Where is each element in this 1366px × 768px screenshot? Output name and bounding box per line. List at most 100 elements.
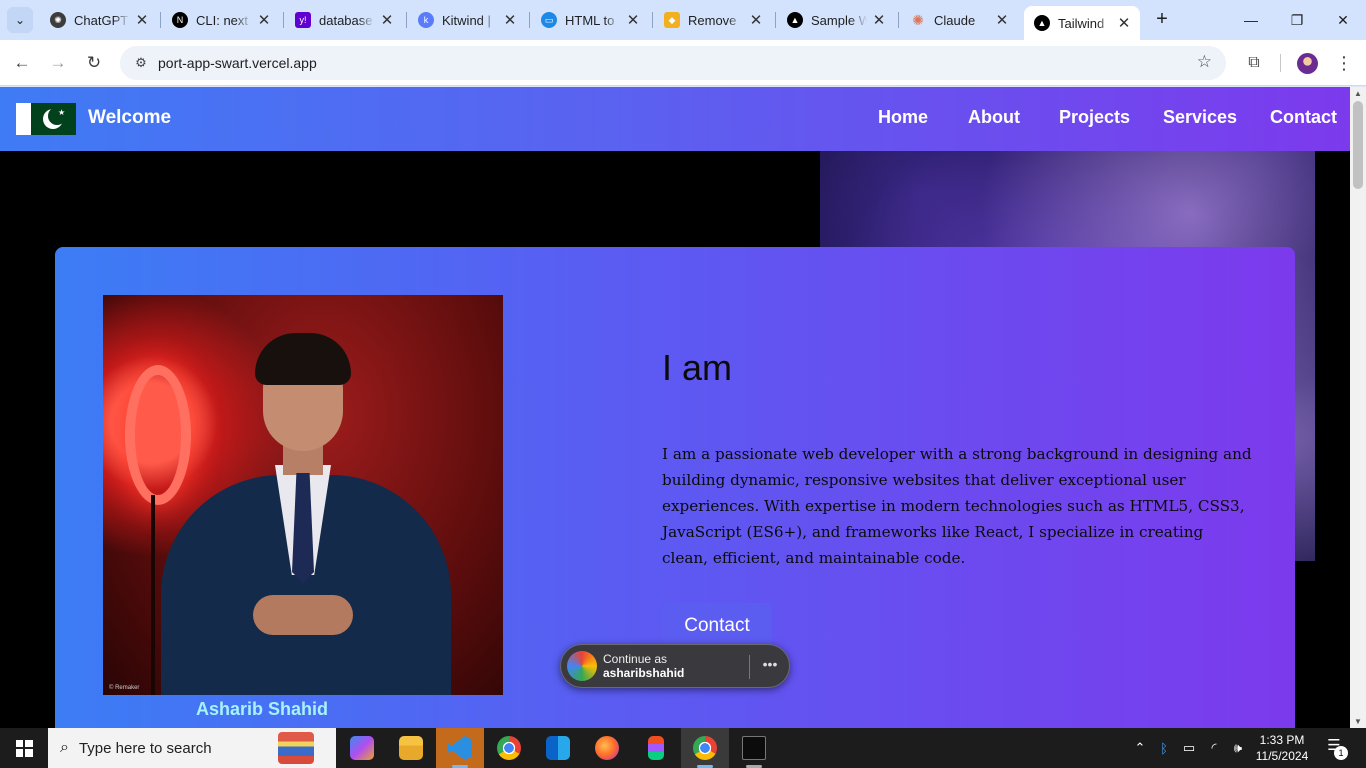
extensions-icon[interactable]: ⧉ <box>1241 50 1267 76</box>
site-brand[interactable]: Welcome <box>88 107 171 129</box>
vercel-icon: ▲ <box>1034 15 1050 31</box>
figma-icon[interactable] <box>632 728 680 768</box>
volume-icon[interactable]: 🕪 <box>1227 728 1249 768</box>
address-bar[interactable]: ⚙ port-app-swart.vercel.app ☆ <box>120 46 1226 80</box>
system-clock[interactable]: 1:33 PM 11/5/2024 <box>1254 732 1310 764</box>
url-text: port-app-swart.vercel.app <box>158 55 317 71</box>
scroll-up-icon[interactable]: ▲ <box>1350 89 1366 98</box>
close-icon[interactable]: ✕ <box>134 11 150 29</box>
chrome-profile-icon[interactable] <box>681 728 729 768</box>
notification-center-icon[interactable]: ☰ 1 <box>1322 736 1348 760</box>
wifi-icon[interactable]: ◜ <box>1203 728 1225 768</box>
notification-count: 1 <box>1334 746 1348 760</box>
tab-claude[interactable]: ✺ Claude ✕ <box>900 4 1018 36</box>
profile-photo: © Remaker <box>103 295 503 695</box>
onetap-label: Continue as <box>603 652 668 666</box>
person-name: Asharib Shahid <box>195 699 329 719</box>
profile-avatar[interactable] <box>1297 53 1318 74</box>
more-options-icon[interactable]: ••• <box>759 656 781 672</box>
tab-chatgpt[interactable]: ✺ ChatGPT ✕ <box>40 4 158 36</box>
account-avatar <box>567 651 597 681</box>
tab-title: Claude <box>934 12 976 28</box>
tab-title: Remove <box>688 12 737 28</box>
search-highlight-image <box>278 732 314 764</box>
tab-tailwind[interactable]: ▲ Tailwind ✕ <box>1024 6 1140 40</box>
reload-button[interactable]: ↻ <box>81 50 107 76</box>
close-icon[interactable]: ✕ <box>871 11 887 29</box>
tab-title: Tailwind <box>1058 15 1105 31</box>
nextjs-icon: N <box>172 12 188 28</box>
clock-time: 1:33 PM <box>1259 733 1305 747</box>
contact-button[interactable]: Contact <box>662 603 772 649</box>
close-icon[interactable]: ✕ <box>256 11 272 29</box>
nav-link-services[interactable]: Services <box>1163 107 1237 128</box>
back-button[interactable]: ← <box>9 50 35 76</box>
tab-title: Kitwind | <box>442 12 491 28</box>
close-icon[interactable]: ✕ <box>379 11 395 29</box>
site-info-icon[interactable]: ⚙ <box>126 55 156 71</box>
tab-title: database <box>319 12 373 28</box>
tab-title: ChatGPT <box>74 12 129 28</box>
page-scrollbar[interactable]: ▲ ▼ <box>1350 87 1366 728</box>
search-icon: ⌕ <box>60 739 69 756</box>
photo-watermark: © Remaker <box>109 685 140 691</box>
search-placeholder: Type here to search <box>78 739 212 757</box>
outlook-icon[interactable] <box>534 728 582 768</box>
browser-toolbar: ← → ↻ ⚙ port-app-swart.vercel.app ☆ ⧉ ⋮ <box>0 40 1366 86</box>
restore-button[interactable]: ❐ <box>1274 0 1320 40</box>
tab-title: HTML to <box>565 12 615 28</box>
close-icon[interactable]: ✕ <box>502 11 518 29</box>
taskbar-search[interactable]: ⌕ Type here to search <box>48 728 336 768</box>
tab-title: CLI: next <box>196 12 249 28</box>
nav-link-about[interactable]: About <box>968 107 1020 128</box>
bluetooth-icon[interactable]: ᛒ <box>1154 728 1174 768</box>
nav-link-contact[interactable]: Contact <box>1270 107 1337 128</box>
tab-cli-next[interactable]: N CLI: next ✕ <box>162 4 280 36</box>
scroll-down-icon[interactable]: ▼ <box>1350 717 1366 726</box>
tab-sample[interactable]: ▲ Sample W ✕ <box>777 4 895 36</box>
nav-link-home[interactable]: Home <box>878 107 928 128</box>
start-button[interactable] <box>0 728 48 768</box>
vercel-icon: ▲ <box>787 12 803 28</box>
browser-tab-strip: ⌄ ✺ ChatGPT ✕ N CLI: next ✕ y! database … <box>0 0 1366 40</box>
tab-database[interactable]: y! database ✕ <box>285 4 403 36</box>
claude-icon: ✺ <box>912 11 924 28</box>
battery-icon[interactable]: ▭ <box>1178 728 1200 768</box>
bookmark-star-icon[interactable]: ☆ <box>1197 52 1212 72</box>
page-viewport: ★ Welcome Home About Projects Services C… <box>0 87 1350 728</box>
tab-html-to[interactable]: ▭ HTML to ✕ <box>531 4 649 36</box>
forward-button[interactable]: → <box>45 50 71 76</box>
file-explorer-icon[interactable] <box>387 728 435 768</box>
clock-date: 11/5/2024 <box>1255 749 1309 763</box>
kitwind-icon: k <box>418 12 434 28</box>
scroll-thumb[interactable] <box>1353 101 1363 189</box>
pakistan-flag-icon: ★ <box>16 103 76 135</box>
close-window-button[interactable]: ✕ <box>1320 0 1366 40</box>
vscode-icon[interactable] <box>436 728 484 768</box>
menu-icon[interactable]: ⋮ <box>1331 50 1357 76</box>
firefox-icon[interactable] <box>583 728 631 768</box>
close-icon[interactable]: ✕ <box>625 11 641 29</box>
windows-logo-icon <box>15 739 33 757</box>
minimize-button[interactable]: — <box>1228 0 1274 40</box>
yahoo-icon: y! <box>295 12 311 28</box>
windows-taskbar: ⌕ Type here to search ⌃ ᛒ ▭ ◜ 🕪 1:33 PM … <box>0 728 1366 768</box>
chrome-icon[interactable] <box>485 728 533 768</box>
terminal-icon[interactable] <box>730 728 778 768</box>
close-icon[interactable]: ✕ <box>994 11 1010 29</box>
html-converter-icon: ▭ <box>541 12 557 28</box>
site-navbar: ★ Welcome Home About Projects Services C… <box>0 87 1350 151</box>
remove-bg-icon: ◆ <box>664 12 680 28</box>
hero-description: I am a passionate web developer with a s… <box>662 445 1252 567</box>
google-one-tap-prompt[interactable]: Continue as asharibshahid ••• <box>560 644 790 688</box>
close-icon[interactable]: ✕ <box>1116 14 1132 32</box>
close-icon[interactable]: ✕ <box>748 11 764 29</box>
copilot-icon[interactable] <box>338 728 386 768</box>
chevron-up-icon[interactable]: ⌃ <box>1130 728 1150 768</box>
tab-search-button[interactable]: ⌄ <box>7 7 33 33</box>
tab-kitwind[interactable]: k Kitwind | ✕ <box>408 4 526 36</box>
tab-remove-bg[interactable]: ◆ Remove ✕ <box>654 4 772 36</box>
new-tab-button[interactable]: + <box>1150 8 1174 32</box>
hero-title: I am <box>662 347 733 388</box>
nav-link-projects[interactable]: Projects <box>1059 107 1130 128</box>
